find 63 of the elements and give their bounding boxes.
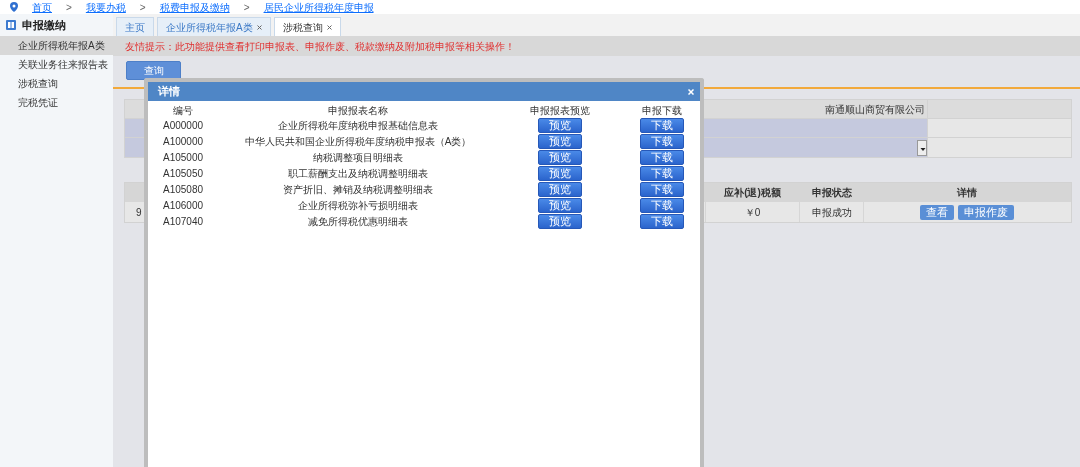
download-button[interactable]: 下载	[640, 166, 684, 181]
report-code: A105000	[162, 151, 203, 164]
report-code: A106000	[162, 199, 203, 212]
download-button[interactable]: 下载	[640, 150, 684, 165]
breadcrumb-link[interactable]: 居民企业所得税年度申报	[263, 0, 374, 15]
table-cell-text: 申报成功	[811, 205, 852, 220]
report-code: A105050	[162, 167, 203, 180]
column-header: 编号	[173, 104, 193, 117]
breadcrumb-separator: >	[66, 0, 72, 15]
column-header: 详情	[956, 186, 977, 200]
sidebar-item[interactable]: 企业所得税年报A类	[0, 36, 113, 55]
tab[interactable]: 涉税查询	[273, 17, 341, 36]
notice-text: 友情提示：此功能提供查看打印申报表、申报作废、税款缴纳及附加税申报等相关操作！	[113, 36, 1080, 56]
preview-button[interactable]: 预览	[538, 134, 582, 149]
report-name: 减免所得税优惠明细表	[308, 215, 408, 228]
report-name: 企业所得税年度纳税申报基础信息表	[278, 119, 438, 132]
caret-icon[interactable]	[917, 140, 927, 156]
action-button[interactable]: 申报作废	[958, 204, 1014, 220]
report-name: 纳税调整项目明细表	[313, 151, 403, 164]
query-button[interactable]: 查询	[126, 61, 181, 80]
column-header: 申报状态	[811, 186, 852, 200]
breadcrumb-separator: >	[139, 0, 146, 15]
tab[interactable]: 主页	[116, 17, 154, 36]
preview-button[interactable]: 预览	[538, 214, 582, 229]
action-button[interactable]: 查看	[920, 204, 954, 220]
close-icon[interactable]	[326, 24, 332, 30]
report-name: 职工薪酬支出及纳税调整明细表	[288, 167, 428, 180]
download-button[interactable]: 下载	[640, 118, 684, 133]
column-header: 申报下载	[642, 104, 682, 117]
table-cell-text: ￥0	[744, 205, 761, 220]
sidebar-title: 申报缴纳	[22, 17, 66, 33]
preview-button[interactable]: 预览	[538, 182, 582, 197]
breadcrumb-separator: >	[243, 0, 250, 15]
report-name: 中华人民共和国企业所得税年度纳税申报表（A类）	[244, 135, 472, 148]
column-header: 申报报表名称	[328, 104, 388, 117]
column-header: 应补(退)税额	[724, 186, 781, 200]
report-code: A105080	[162, 183, 203, 196]
download-button[interactable]: 下载	[640, 198, 684, 213]
report-code: A000000	[162, 119, 203, 132]
report-code: A107040	[162, 215, 203, 228]
close-icon[interactable]	[256, 24, 262, 30]
book-icon	[6, 20, 16, 30]
sidebar-item[interactable]: 完税凭证	[0, 93, 113, 112]
company-name: 南通顺山商贸有限公司	[825, 102, 925, 117]
preview-button[interactable]: 预览	[538, 166, 582, 181]
breadcrumb-link[interactable]: 税费申报及缴纳	[159, 0, 230, 15]
preview-button[interactable]: 预览	[538, 150, 582, 165]
preview-button[interactable]: 预览	[538, 198, 582, 213]
table-cell-text: 9	[136, 205, 142, 220]
download-button[interactable]: 下载	[640, 214, 684, 229]
breadcrumb-link[interactable]: 首页	[32, 0, 52, 15]
sidebar-item[interactable]: 关联业务往来报告表	[0, 55, 113, 74]
column-header: 申报报表预览	[530, 104, 590, 117]
dialog-title: 详情	[158, 84, 180, 100]
breadcrumb-link[interactable]: 我要办税	[85, 0, 126, 15]
preview-button[interactable]: 预览	[538, 118, 582, 133]
report-name: 资产折旧、摊销及纳税调整明细表	[283, 183, 433, 196]
tab[interactable]: 企业所得税年报A类	[157, 17, 271, 36]
sidebar-item[interactable]: 涉税查询	[0, 74, 113, 93]
download-button[interactable]: 下载	[640, 182, 684, 197]
report-code: A100000	[162, 135, 203, 148]
report-name: 企业所得税弥补亏损明细表	[298, 199, 418, 212]
download-button[interactable]: 下载	[640, 134, 684, 149]
